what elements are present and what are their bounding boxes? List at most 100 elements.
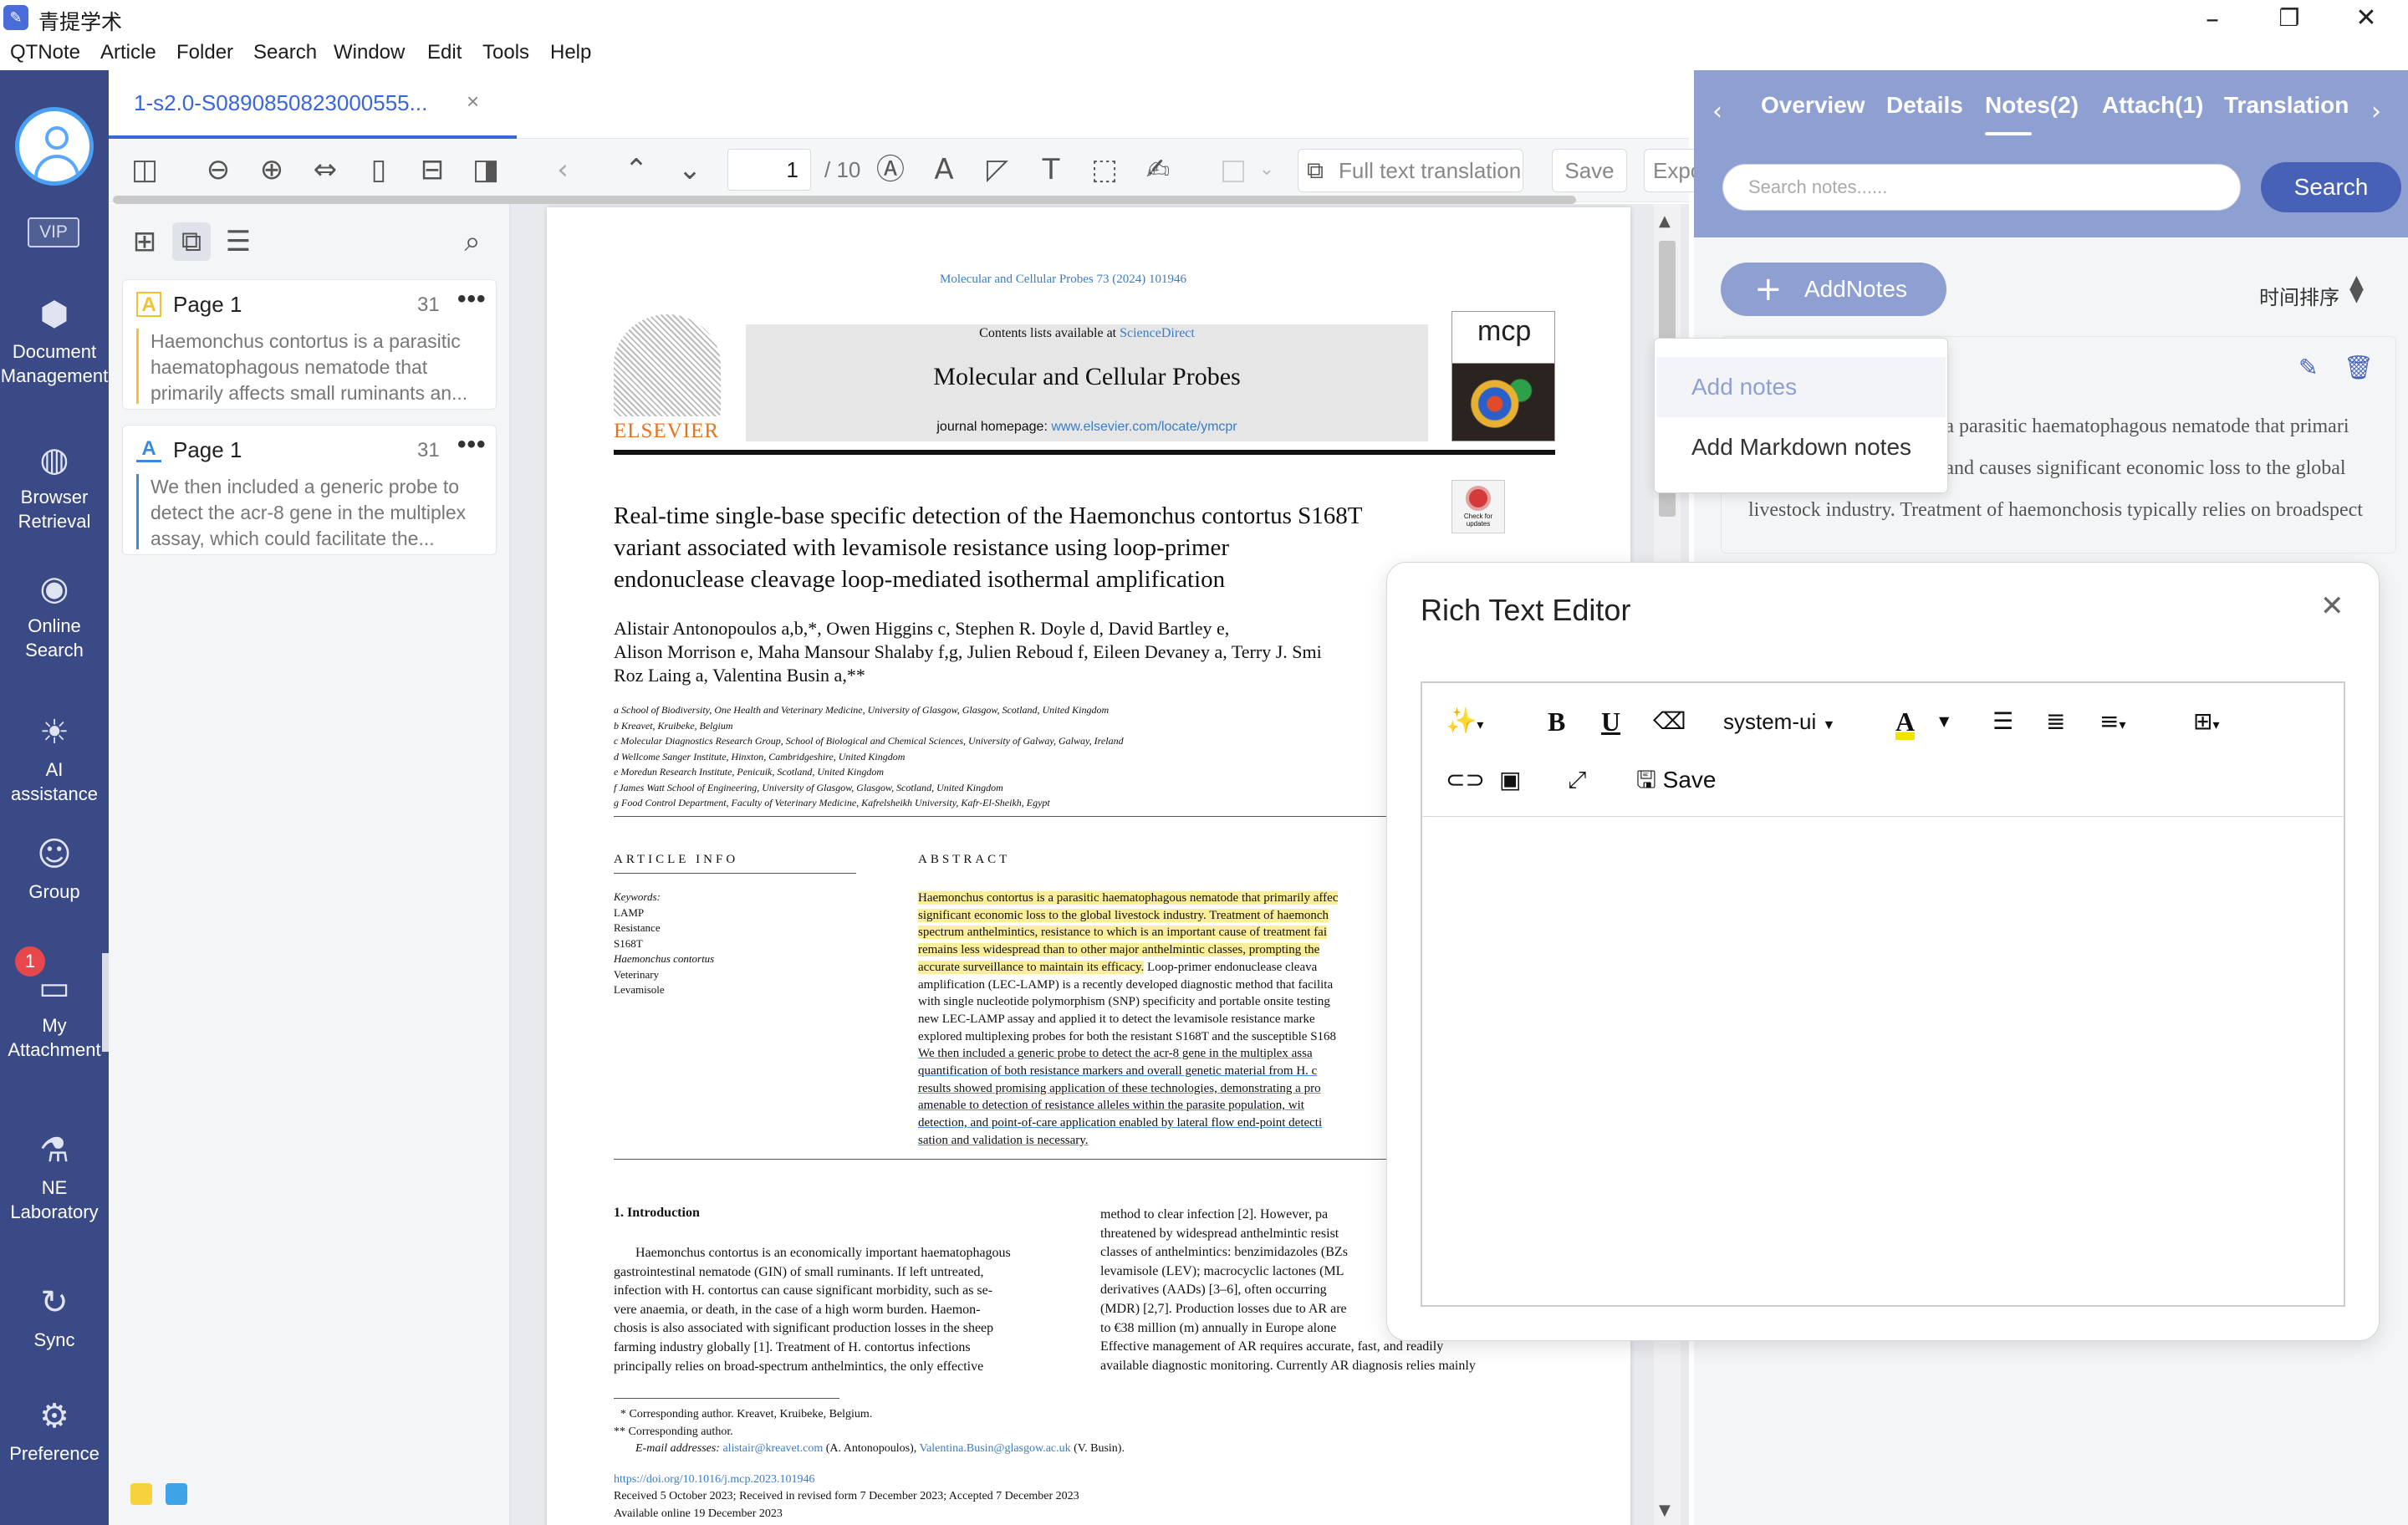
full-text-translation-button[interactable]: ⧉ Full text translation	[1298, 149, 1523, 192]
close-tab-icon[interactable]: ×	[467, 89, 479, 115]
check-for-updates-badge[interactable]: Check for updates	[1451, 480, 1505, 533]
add-notes-button[interactable]: + AddNotes	[1721, 263, 1946, 316]
more-options-icon[interactable]: •••	[457, 431, 487, 459]
underlined-text[interactable]: quantification of both resistance marker…	[918, 1064, 1317, 1078]
delete-note-icon[interactable]: 🗑	[2344, 354, 2374, 381]
text-color-icon[interactable]: A	[1895, 703, 1916, 740]
single-page-icon[interactable]: ▯	[360, 150, 398, 189]
previous-page-icon[interactable]: ‹	[543, 150, 582, 189]
highlighted-text[interactable]: significant economic loss to the global …	[918, 908, 1329, 922]
magic-format-icon[interactable]: ✨▾	[1446, 703, 1483, 740]
yellow-filter-chip[interactable]	[130, 1483, 152, 1505]
highlighted-text[interactable]: spectrum anthelmintics, resistance to wh…	[918, 926, 1328, 940]
avatar[interactable]	[15, 107, 94, 186]
nav-browser-retrieval[interactable]: ◍ Browser Retrieval	[0, 441, 109, 533]
scroll-up-icon[interactable]: ▲	[1659, 212, 1671, 230]
tab-details[interactable]: Details	[1886, 92, 1963, 119]
search-icon[interactable]: ⌕	[453, 222, 492, 261]
fullscreen-icon[interactable]: ⤢	[1568, 762, 1586, 798]
numbered-list-icon[interactable]: ≣	[2046, 703, 2065, 740]
underlined-text[interactable]: results showed promising application of …	[918, 1082, 1321, 1095]
link-icon[interactable]: ⊂⊃	[1446, 762, 1485, 798]
page-up-icon[interactable]: ⌃	[617, 150, 656, 189]
sciencedirect-link[interactable]: ScienceDirect	[1120, 326, 1195, 340]
underlined-text[interactable]: sation and validation is necessary.	[918, 1134, 1089, 1147]
tab-overview[interactable]: Overview	[1761, 92, 1865, 119]
signature-icon[interactable]: ✍	[1139, 150, 1177, 189]
chevron-left-icon[interactable]: ‹	[1712, 97, 1722, 126]
insert-text-icon[interactable]: T	[1032, 150, 1070, 189]
toggle-sidebar-icon[interactable]: ◫	[125, 150, 164, 189]
document-tab[interactable]: 1-s2.0-S0890850823000555...	[134, 90, 427, 116]
nav-preference[interactable]: ⚙ Preference	[0, 1398, 109, 1466]
annotation-card[interactable]: A Page 1 31 ••• Haemonchus contortus is …	[122, 279, 497, 410]
add-markdown-notes-option[interactable]: Add Markdown notes	[1656, 417, 1946, 477]
zoom-out-icon[interactable]: ⊖	[199, 150, 237, 189]
chevron-down-icon[interactable]: ⌄	[1247, 150, 1286, 189]
highlighted-text[interactable]: Haemonchus contortus is a parasitic haem…	[918, 891, 1339, 905]
image-icon[interactable]: ▣	[1499, 762, 1521, 798]
nav-my-attachment[interactable]: ▭ My Attachment	[0, 970, 109, 1062]
underlined-text[interactable]: We then included a generic probe to dete…	[918, 1047, 1313, 1060]
editor-content-area[interactable]	[1422, 817, 2344, 1305]
two-page-icon[interactable]: ◨	[467, 150, 505, 189]
vip-badge[interactable]: VIP	[28, 217, 79, 247]
doi-link[interactable]: https://doi.org/10.1016/j.mcp.2023.10194…	[614, 1471, 1125, 1489]
eraser-icon[interactable]: ⌫	[1653, 703, 1686, 740]
restore-button[interactable]: ❐	[2256, 2, 2323, 35]
thumbnails-icon[interactable]: ⊞	[125, 222, 164, 261]
menu-article[interactable]: Article	[100, 41, 156, 64]
area-select-icon[interactable]: ⬚	[1085, 150, 1124, 189]
scroll-down-icon[interactable]: ▼	[1659, 1502, 1671, 1519]
tab-attach[interactable]: Attach(1)	[2102, 92, 2203, 119]
nav-sync[interactable]: ↻ Sync	[0, 1284, 109, 1352]
scroll-mode-icon[interactable]: ⊟	[413, 150, 452, 189]
horizontal-scrollbar[interactable]	[113, 196, 1576, 204]
add-notes-option[interactable]: Add notes	[1656, 357, 1946, 417]
menu-folder[interactable]: Folder	[176, 41, 233, 64]
chevron-right-icon[interactable]: ›	[2371, 97, 2381, 126]
edit-note-icon[interactable]: ✎	[2298, 354, 2318, 381]
underline-icon[interactable]: U	[1601, 703, 1620, 740]
bullet-list-icon[interactable]: ☰	[1992, 703, 2013, 740]
table-icon[interactable]: ⊞▾	[2193, 703, 2220, 740]
nav-ne-laboratory[interactable]: ⚗ NE Laboratory	[0, 1132, 109, 1224]
underlined-text[interactable]: amenable to detection of resistance alle…	[918, 1099, 1304, 1112]
outline-icon[interactable]: ☰	[219, 222, 258, 261]
blue-filter-chip[interactable]	[166, 1483, 187, 1505]
annotation-card[interactable]: A Page 1 31 ••• We then included a gener…	[122, 425, 497, 555]
page-number-input[interactable]: 1	[727, 149, 811, 191]
annotations-icon[interactable]: ⧉	[172, 222, 211, 261]
text-box-icon[interactable]: Ⓐ	[871, 150, 910, 189]
save-button[interactable]: Save	[1552, 149, 1627, 192]
underlined-text[interactable]: detection, and point-of-care application…	[918, 1116, 1322, 1130]
nav-group[interactable]: ☺ Group	[0, 836, 109, 904]
nav-ai-assistance[interactable]: ☀ AI assistance	[0, 714, 109, 806]
menu-window[interactable]: Window	[334, 41, 405, 64]
save-editor-button[interactable]: 🖫 Save	[1636, 762, 1716, 798]
email-link[interactable]: Valentina.Busin@glasgow.ac.uk	[920, 1442, 1071, 1455]
highlighted-text[interactable]: remains less widespread than to other ma…	[918, 943, 1320, 957]
menu-tools[interactable]: Tools	[482, 41, 529, 64]
close-icon[interactable]: ✕	[2320, 589, 2344, 623]
tab-notes[interactable]: Notes(2)	[1985, 92, 2079, 119]
tab-translation[interactable]: Translation	[2224, 92, 2349, 119]
zoom-in-icon[interactable]: ⊕	[253, 150, 291, 189]
chevron-down-icon[interactable]: ▼	[1939, 703, 1949, 740]
nav-document-management[interactable]: ⬢ Document Management	[0, 296, 109, 388]
highlighted-text[interactable]: accurate surveillance to maintain its ef…	[918, 960, 1145, 974]
nav-online-search[interactable]: ◉ Online Search	[0, 570, 109, 662]
page-down-icon[interactable]: ⌄	[671, 150, 709, 189]
menu-qtnote[interactable]: QTNote	[10, 41, 80, 64]
menu-edit[interactable]: Edit	[427, 41, 462, 64]
minimize-button[interactable]: –	[2179, 2, 2246, 35]
bold-icon[interactable]: B	[1548, 703, 1565, 740]
more-options-icon[interactable]: •••	[457, 285, 487, 314]
menu-search[interactable]: Search	[253, 41, 317, 64]
search-notes-button[interactable]: Search	[2261, 162, 2401, 212]
sort-by-time-label[interactable]: 时间排序	[2259, 281, 2339, 310]
align-icon[interactable]: ≡▾	[2099, 703, 2126, 740]
sticky-note-icon[interactable]: ◸	[978, 150, 1017, 189]
text-color-icon[interactable]: A	[925, 150, 963, 189]
sort-icon[interactable]: ▲ ▼	[2349, 273, 2364, 305]
